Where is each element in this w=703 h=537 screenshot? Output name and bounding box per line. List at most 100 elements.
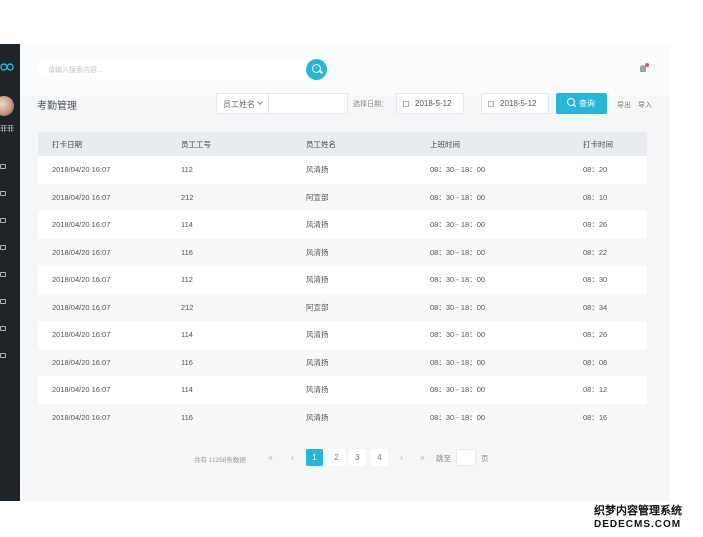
cell-id: 212 <box>181 302 194 312</box>
next-page-button[interactable]: › <box>393 449 410 466</box>
page-unit-label: 页 <box>481 454 489 463</box>
cell-date: 2018/04/20 16:07 <box>52 357 111 367</box>
start-date-input[interactable]: 2018-5-12 <box>396 93 464 114</box>
start-date-value: 2018-5-12 <box>415 99 452 108</box>
cell-id: 114 <box>181 220 193 230</box>
cell-name: 风清扬 <box>306 412 329 422</box>
table-row[interactable]: 2018/04/20 16:07 116 风清扬 08：30 - 18：00 0… <box>38 348 647 376</box>
cell-name: 风清扬 <box>306 275 329 285</box>
watermark-line2: DEDECMS.COM <box>594 519 682 530</box>
cell-date: 2018/04/20 16:07 <box>52 165 111 175</box>
card-icon[interactable] <box>0 245 8 251</box>
cell-date: 2018/04/20 16:07 <box>52 385 111 395</box>
first-page-button[interactable]: « <box>262 449 279 466</box>
jump-page-input[interactable] <box>456 449 476 466</box>
cell-punch: 08：16 <box>583 412 608 422</box>
infinity-logo-icon[interactable] <box>0 62 14 72</box>
cell-name: 风清扬 <box>306 165 329 175</box>
cell-hours: 08：30 - 18：00 <box>430 385 486 395</box>
page-2-button[interactable]: 2 <box>328 449 345 466</box>
watermark: 织梦内容管理系统 DEDECMS.COM <box>594 502 699 530</box>
cell-punch: 08：30 <box>583 275 608 285</box>
field-select[interactable]: 员工姓名 <box>217 94 269 113</box>
cell-name: 风清扬 <box>306 330 329 340</box>
team-icon[interactable] <box>0 191 8 197</box>
table-row[interactable]: 2018/04/20 16:07 116 风清扬 08：30 - 18：00 0… <box>38 238 647 266</box>
people-icon[interactable] <box>0 299 8 305</box>
app-screen: 菲菲 请输入搜索内容... 考勤管理 员工姓名 选择日期： 2018-5-12 … <box>0 0 703 537</box>
table-row[interactable]: 2018/04/20 16:07 112 风清扬 08：30 - 18：00 0… <box>38 156 647 184</box>
table-row[interactable]: 2018/04/20 16:07 114 风清扬 08：30 - 18：00 0… <box>38 376 647 404</box>
prev-page-button[interactable]: ‹ <box>284 449 301 466</box>
header-employee-name[interactable]: 员工姓名 <box>306 132 336 156</box>
user-icon[interactable] <box>0 164 8 170</box>
calendar-icon <box>488 101 494 107</box>
header-punch-date[interactable]: 打卡日期 <box>52 132 82 156</box>
cell-id: 114 <box>181 330 193 340</box>
cell-date: 2018/04/20 16:07 <box>52 220 111 230</box>
calendar-icon[interactable] <box>0 218 8 224</box>
table-header: 打卡日期 员工工号 员工姓名 上班时间 打卡时间 <box>38 132 647 156</box>
cell-id: 114 <box>181 385 193 395</box>
table-row[interactable]: 2018/04/20 16:07 116 风清扬 08：30 - 18：00 0… <box>38 403 647 431</box>
cell-hours: 08：30 - 18：00 <box>430 220 486 230</box>
cell-id: 212 <box>181 192 194 202</box>
attendance-table: 打卡日期 员工工号 员工姓名 上班时间 打卡时间 2018/04/20 16:0… <box>38 132 647 431</box>
cell-punch: 08：20 <box>583 165 608 175</box>
cell-name: 风清扬 <box>306 220 329 230</box>
watermark-line1: 织梦内容管理系统 <box>594 505 682 517</box>
last-page-button[interactable]: » <box>414 449 431 466</box>
filter-field[interactable]: 员工姓名 <box>216 93 348 114</box>
table-row[interactable]: 2018/04/20 16:07 212 阿宣部 08：30 - 18：00 0… <box>38 183 647 211</box>
header-work-hours[interactable]: 上班时间 <box>430 132 460 156</box>
file-icon[interactable] <box>0 353 8 359</box>
header-punch-time[interactable]: 打卡时间 <box>583 132 613 156</box>
avatar[interactable] <box>0 96 14 116</box>
cell-name: 阿宣部 <box>306 302 329 312</box>
sidebar: 菲菲 <box>0 44 20 501</box>
calendar-icon <box>403 101 409 107</box>
table-row[interactable]: 2018/04/20 16:07 112 风清扬 08：30 - 18：00 0… <box>38 266 647 294</box>
cell-id: 112 <box>181 165 193 175</box>
import-link[interactable]: 导入 <box>638 100 652 110</box>
total-count: 共有 11258条数据 <box>194 457 246 464</box>
search-input[interactable]: 请输入搜索内容... <box>38 58 325 80</box>
cell-punch: 08：12 <box>583 385 608 395</box>
cell-date: 2018/04/20 16:07 <box>52 330 111 340</box>
jump-label: 跳至 <box>436 454 451 463</box>
date-label: 选择日期： <box>353 101 388 108</box>
export-link[interactable]: 导出 <box>617 100 631 110</box>
cell-punch: 08：34 <box>583 302 608 312</box>
cell-id: 116 <box>181 247 193 257</box>
cell-date: 2018/04/20 16:07 <box>52 247 111 257</box>
cell-hours: 08：30 - 18：00 <box>430 275 486 285</box>
cell-hours: 08：30 - 18：00 <box>430 165 486 175</box>
table-row[interactable]: 2018/04/20 16:07 212 阿宣部 08：30 - 18：00 0… <box>38 293 647 321</box>
cell-name: 风清扬 <box>306 385 329 395</box>
cell-hours: 08：30 - 18：00 <box>430 192 486 202</box>
cell-hours: 08：30 - 18：00 <box>430 302 486 312</box>
monitor-icon[interactable] <box>0 272 8 278</box>
header-employee-id[interactable]: 员工工号 <box>181 132 211 156</box>
cell-id: 112 <box>181 275 193 285</box>
table-row[interactable]: 2018/04/20 16:07 114 风清扬 08：30 - 18：00 0… <box>38 321 647 349</box>
cell-hours: 08：30 - 18：00 <box>430 357 486 367</box>
bell-icon[interactable] <box>638 63 649 75</box>
end-date-value: 2018-5-12 <box>500 99 537 108</box>
table-body: 2018/04/20 16:07 112 风清扬 08：30 - 18：00 0… <box>38 156 647 431</box>
sidebar-user-name: 菲菲 <box>0 126 14 133</box>
page-4-button[interactable]: 4 <box>371 449 388 466</box>
page-3-button[interactable]: 3 <box>349 449 366 466</box>
cell-date: 2018/04/20 16:07 <box>52 192 111 202</box>
end-date-input[interactable]: 2018-5-12 <box>481 93 549 114</box>
cell-name: 风清扬 <box>306 357 329 367</box>
table-row[interactable]: 2018/04/20 16:07 114 风清扬 08：30 - 18：00 0… <box>38 211 647 239</box>
query-button[interactable]: 查询 <box>556 93 607 114</box>
page-1-button[interactable]: 1 <box>306 449 323 466</box>
cell-id: 116 <box>181 412 193 422</box>
chart-icon[interactable] <box>0 326 8 332</box>
cell-hours: 08：30 - 18：00 <box>430 247 486 257</box>
cell-punch: 08：10 <box>583 192 608 202</box>
search-button[interactable] <box>306 59 327 80</box>
page-title: 考勤管理 <box>37 101 77 112</box>
